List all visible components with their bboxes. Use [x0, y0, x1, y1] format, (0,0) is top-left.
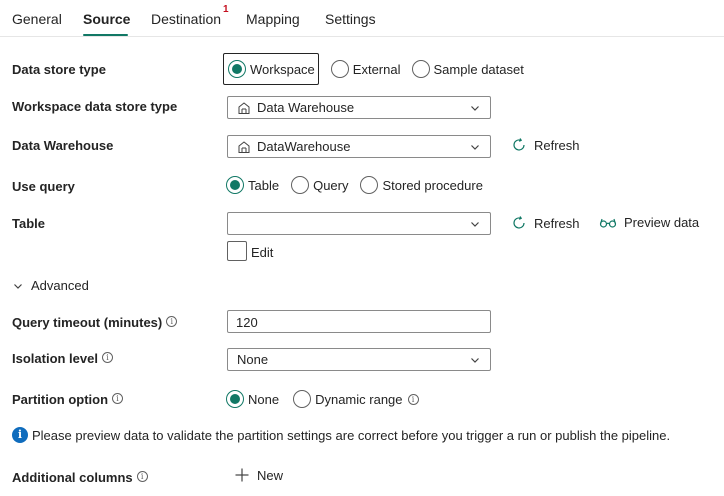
advanced-section-toggle[interactable]: Advanced	[12, 278, 89, 293]
info-message-text: Please preview data to validate the part…	[32, 427, 671, 443]
active-tab-indicator	[83, 34, 128, 36]
data-store-type-label: Data store type	[12, 62, 106, 77]
tab-general[interactable]: General	[12, 11, 62, 27]
chevron-down-icon	[14, 283, 22, 289]
query-timeout-label: Query timeout (minutes) i	[12, 315, 178, 330]
radio-stored-procedure-label: Stored procedure	[382, 177, 483, 193]
radio-indicator-selected	[226, 176, 244, 194]
query-timeout-input[interactable]: 120	[227, 310, 491, 333]
dropdown-value: DataWarehouse	[257, 139, 351, 154]
warehouse-icon	[238, 101, 250, 114]
radio-indicator	[330, 60, 349, 78]
workspace-data-store-type-dropdown[interactable]: Data Warehouse	[227, 96, 491, 119]
tab-destination[interactable]: Destination	[151, 11, 221, 27]
refresh-warehouse-button[interactable]: Refresh	[511, 137, 580, 153]
partition-option-label: Partition option i	[12, 392, 124, 407]
refresh-table-button[interactable]: Refresh	[511, 215, 580, 231]
tab-bar: General Source Destination 1 Mapping Set…	[0, 0, 724, 37]
radio-sample-dataset[interactable]: Sample dataset	[411, 60, 524, 78]
isolation-level-label: Isolation level i	[12, 351, 113, 366]
radio-external[interactable]: External	[330, 60, 401, 78]
advanced-label: Advanced	[31, 278, 89, 293]
partition-info-message: i Please preview data to validate the pa…	[12, 427, 670, 443]
radio-dynamic-range-label: Dynamic range	[315, 391, 403, 407]
refresh-label: Refresh	[534, 215, 580, 231]
radio-indicator	[360, 176, 379, 194]
radio-query-label: Query	[313, 177, 349, 193]
data-warehouse-label: Data Warehouse	[12, 138, 114, 153]
warehouse-icon	[238, 140, 250, 153]
partition-option-label-text: Partition option	[12, 392, 109, 407]
radio-table-label: Table	[248, 177, 280, 193]
additional-columns-label: Additional columns i	[12, 470, 148, 485]
partition-option-radio-group: None Dynamic range i	[226, 390, 433, 408]
radio-external-label: External	[352, 61, 401, 77]
info-icon: i	[12, 427, 28, 443]
isolation-level-label-text: Isolation level	[12, 351, 98, 366]
refresh-icon	[513, 216, 525, 229]
chevron-down-icon	[471, 106, 479, 111]
refresh-label: Refresh	[534, 137, 580, 153]
preview-data-label: Preview data	[624, 215, 700, 230]
radio-partition-none[interactable]: None	[226, 390, 279, 408]
dropdown-value: Data Warehouse	[257, 100, 355, 115]
radio-indicator-selected	[226, 390, 244, 408]
tab-mapping[interactable]: Mapping	[246, 11, 300, 27]
query-timeout-label-text: Query timeout (minutes)	[12, 315, 163, 330]
use-query-radio-group: Table Query Stored procedure	[226, 176, 497, 194]
edit-checkbox[interactable]	[227, 241, 247, 261]
data-store-type-radio-group: Workspace External Sample dataset	[223, 53, 538, 85]
edit-checkbox-row: Edit	[227, 240, 273, 261]
info-icon[interactable]: i	[166, 316, 178, 327]
radio-stored-procedure[interactable]: Stored procedure	[360, 176, 483, 194]
radio-partition-none-label: None	[248, 391, 280, 407]
tab-settings[interactable]: Settings	[325, 11, 376, 27]
new-label: New	[257, 467, 284, 483]
chevron-down-icon	[471, 358, 479, 363]
tab-source[interactable]: Source	[83, 11, 130, 27]
glasses-icon	[599, 218, 617, 228]
radio-indicator	[293, 390, 312, 408]
data-warehouse-dropdown[interactable]: DataWarehouse	[227, 135, 491, 158]
radio-indicator	[411, 60, 430, 78]
use-query-label: Use query	[12, 179, 75, 194]
table-label: Table	[12, 216, 45, 231]
additional-columns-label-text: Additional columns	[12, 470, 133, 485]
isolation-level-dropdown[interactable]: None	[227, 348, 491, 371]
table-dropdown[interactable]	[227, 212, 491, 235]
radio-indicator-selected	[228, 60, 246, 78]
radio-workspace-label: Workspace	[250, 61, 315, 77]
preview-data-button[interactable]: Preview data	[599, 215, 699, 230]
info-icon[interactable]: i	[101, 352, 113, 363]
add-column-button[interactable]: New	[234, 467, 283, 483]
dropdown-value: None	[237, 352, 269, 367]
info-icon[interactable]: i	[407, 393, 419, 405]
radio-workspace[interactable]: Workspace	[223, 53, 319, 85]
plus-icon	[235, 468, 249, 482]
radio-sample-dataset-label: Sample dataset	[433, 61, 524, 77]
radio-query[interactable]: Query	[291, 176, 348, 194]
radio-dynamic-range[interactable]: Dynamic range i	[293, 390, 419, 408]
chevron-down-icon	[471, 222, 479, 227]
radio-indicator	[291, 176, 310, 194]
chevron-down-icon	[471, 145, 479, 150]
info-icon[interactable]: i	[136, 471, 148, 482]
radio-table[interactable]: Table	[226, 176, 279, 194]
workspace-data-store-type-label: Workspace data store type	[12, 99, 178, 114]
destination-error-badge: 1	[223, 4, 229, 15]
refresh-icon	[513, 138, 525, 151]
info-icon[interactable]: i	[112, 393, 124, 404]
edit-label: Edit	[251, 245, 274, 260]
